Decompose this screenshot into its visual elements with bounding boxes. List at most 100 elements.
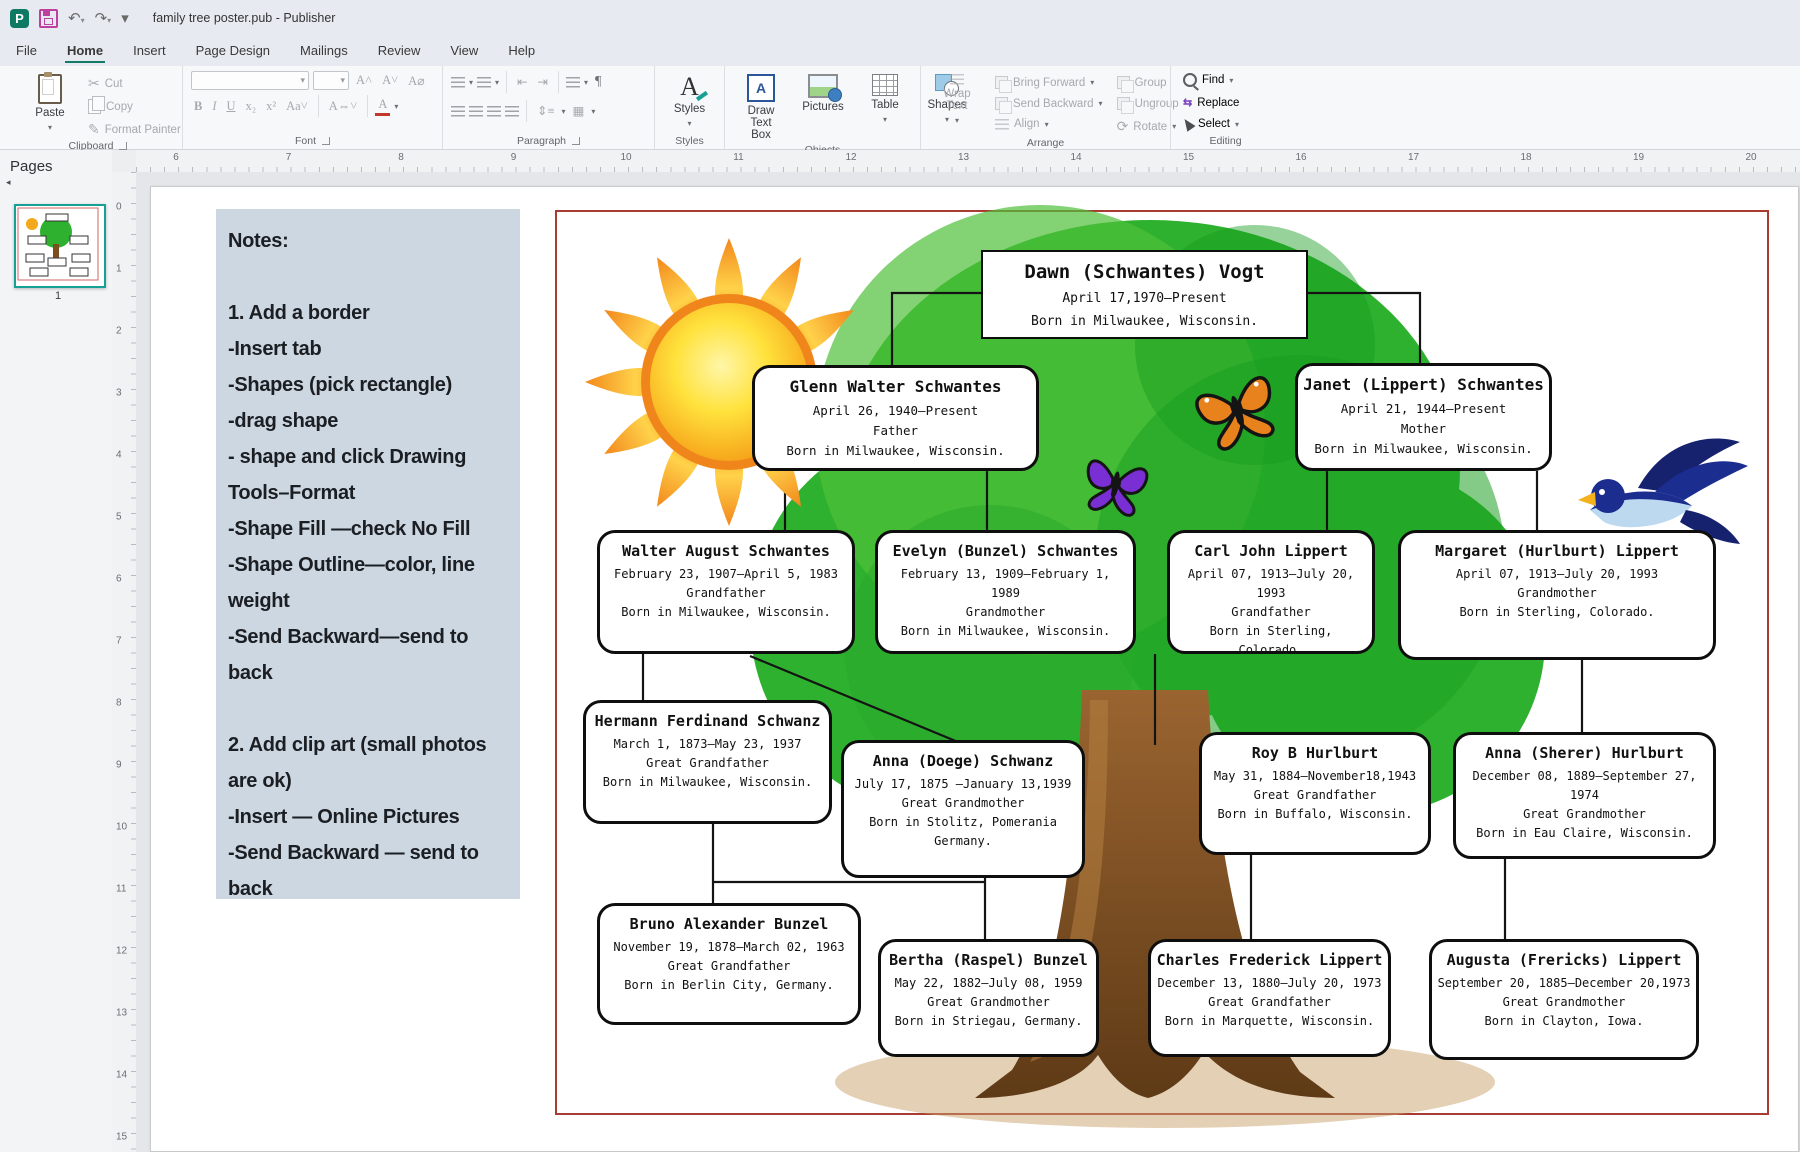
person-box-glenn[interactable]: Glenn Walter Schwantes April 26, 1940–Pr… [752, 365, 1039, 471]
person-box-charles[interactable]: Charles Frederick Lippert December 13, 1… [1148, 939, 1391, 1057]
bullets-icon[interactable] [451, 77, 465, 88]
bold-button[interactable]: B [191, 98, 205, 115]
send-backward-icon [995, 97, 1008, 110]
increase-indent-icon[interactable]: ⇥ [535, 73, 551, 91]
person-dates: November 19, 1878–March 02, 1963 [605, 938, 853, 957]
paragraph-dialog-launcher-icon[interactable] [572, 137, 580, 145]
notes-text-box[interactable]: Notes:1. Add a border -Insert tab-Shapes… [216, 209, 520, 899]
wrap-text-button[interactable]: Wrap Text ▾ [929, 71, 985, 130]
line-spacing-icon[interactable]: ⇕≡ [534, 102, 558, 120]
table-button[interactable]: Table ▾ [857, 71, 913, 129]
ribbon-tab-home[interactable]: Home [65, 38, 105, 66]
person-box-walter[interactable]: Walter August Schwantes February 23, 190… [597, 530, 855, 654]
ribbon-group-paragraph: ▾ ▾ ⇤ ⇥ ▾ ¶ ⇕≡▾ ▦▾ [442, 66, 654, 149]
align-button[interactable]: Align▾ [991, 116, 1107, 132]
person-name: Janet (Lippert) Schwantes [1303, 375, 1544, 394]
person-birthplace: Born in Striegau, Germany. [886, 1012, 1091, 1031]
pages-collapse-icon[interactable]: ◂ [0, 177, 112, 188]
subscript-button[interactable]: x₂ [243, 98, 260, 115]
ribbon-tab-file[interactable]: File [14, 38, 39, 66]
undo-button[interactable]: ↶▾ [68, 9, 85, 27]
underline-button[interactable]: U [224, 98, 239, 115]
ribbon-tab-insert[interactable]: Insert [131, 38, 168, 66]
h-ruler-tick-11: 11 [733, 152, 743, 163]
replace-icon: ⇆ [1183, 96, 1192, 109]
notes-line: Notes: [228, 223, 508, 259]
copy-button[interactable]: Copy [84, 97, 185, 116]
ribbon-tab-help[interactable]: Help [506, 38, 537, 66]
draw-text-box-button[interactable]: A Draw Text Box [733, 71, 789, 144]
character-spacing-button[interactable]: A⇔˅ [326, 98, 361, 115]
person-name: Hermann Ferdinand Schwanz [591, 712, 824, 730]
v-ruler-tick-2: 2 [116, 326, 122, 337]
person-box-evelyn[interactable]: Evelyn (Bunzel) Schwantes February 13, 1… [875, 530, 1136, 654]
person-birthplace: Born in Stolitz, Pomerania Germany. [849, 813, 1077, 851]
italic-button[interactable]: I [209, 98, 219, 115]
font-name-combobox[interactable]: ▾ [191, 71, 309, 90]
decrease-indent-icon[interactable]: ⇤ [514, 73, 530, 91]
cut-button[interactable]: ✂Cut [84, 73, 185, 94]
h-ruler-tick-6: 6 [173, 152, 179, 163]
numbering-icon[interactable] [477, 77, 491, 88]
styles-button[interactable]: A Styles ▾ [662, 71, 718, 133]
change-case-button[interactable]: Aa˅ [283, 98, 311, 115]
page-thumbnail[interactable] [14, 204, 106, 288]
person-box-bertha[interactable]: Bertha (Raspel) Bunzel May 22, 1882–July… [878, 939, 1099, 1057]
person-box-anna-sherer[interactable]: Anna (Sherer) Hurlburt December 08, 1889… [1453, 732, 1716, 859]
horizontal-ruler[interactable]: 67891011121314151617181920 [136, 150, 1800, 173]
person-box-hermann[interactable]: Hermann Ferdinand Schwanz March 1, 1873–… [583, 700, 832, 824]
person-dates: February 13, 1909–February 1, 1989 [883, 565, 1128, 603]
superscript-button[interactable]: x² [263, 98, 279, 115]
redo-button[interactable]: ↷▾ [95, 9, 112, 27]
show-paragraph-marks-icon[interactable]: ¶ [592, 73, 604, 91]
quick-access-customize-icon[interactable]: ▾ [121, 9, 129, 27]
align-right-icon[interactable] [487, 106, 501, 117]
shrink-font-button[interactable]: A˅ [379, 72, 401, 89]
person-birthplace: Born in Sterling, Colorado. [1175, 622, 1367, 660]
bring-forward-button[interactable]: Bring Forward▾ [991, 74, 1107, 91]
grow-font-button[interactable]: A˄ [353, 72, 375, 89]
v-ruler-tick-4: 4 [116, 450, 122, 461]
format-painter-button[interactable]: ✎Format Painter [84, 119, 185, 140]
font-color-button[interactable]: A [375, 96, 390, 116]
save-icon[interactable] [39, 9, 58, 28]
send-backward-button[interactable]: Send Backward▾ [991, 95, 1107, 112]
person-relation: Great Grandmother [849, 794, 1077, 813]
person-box-augusta[interactable]: Augusta (Frericks) Lippert September 20,… [1429, 939, 1699, 1060]
align-center-icon[interactable] [469, 106, 483, 117]
ribbon-tab-review[interactable]: Review [376, 38, 423, 66]
clear-formatting-button[interactable]: A⌀ [405, 72, 428, 90]
borders-icon[interactable]: ▦ [570, 102, 588, 120]
v-ruler-tick-8: 8 [116, 698, 122, 709]
vertical-ruler[interactable]: 0123456789101112131415 [112, 172, 137, 1152]
person-box-bruno[interactable]: Bruno Alexander Bunzel November 19, 1878… [597, 903, 861, 1025]
ribbon-tab-view[interactable]: View [448, 38, 480, 66]
person-dates: July 17, 1875 –January 13,1939 [849, 775, 1077, 794]
ribbon-tab-mailings[interactable]: Mailings [298, 38, 350, 66]
person-box-margaret[interactable]: Margaret (Hurlburt) Lippert April 07, 19… [1398, 530, 1716, 660]
select-button[interactable]: Select▾ [1179, 116, 1243, 132]
person-box-dawn[interactable]: Dawn (Schwantes) Vogt April 17,1970–Pres… [981, 250, 1308, 339]
paste-button[interactable]: Paste ▾ [22, 71, 78, 137]
replace-button[interactable]: ⇆Replace [1179, 94, 1243, 111]
font-dialog-launcher-icon[interactable] [322, 137, 330, 145]
h-ruler-tick-10: 10 [620, 152, 631, 163]
person-box-roy[interactable]: Roy B Hurlburt May 31, 1884–November18,1… [1199, 732, 1431, 855]
person-box-carl[interactable]: Carl John Lippert April 07, 1913–July 20… [1167, 530, 1375, 654]
person-box-janet[interactable]: Janet (Lippert) Schwantes April 21, 1944… [1295, 363, 1552, 471]
ribbon-tab-page-design[interactable]: Page Design [194, 38, 272, 66]
pictures-button[interactable]: Pictures [795, 71, 851, 116]
columns-icon[interactable] [566, 77, 580, 88]
align-left-icon[interactable] [451, 106, 465, 117]
find-button[interactable]: Find▾ [1179, 71, 1237, 89]
justify-icon[interactable] [505, 106, 519, 117]
font-size-combobox[interactable]: ▾ [313, 71, 349, 90]
font-color-dropdown-icon[interactable]: ▾ [394, 102, 398, 111]
person-dates: April 07, 1913–July 20, 1993 [1175, 565, 1367, 603]
person-name: Margaret (Hurlburt) Lippert [1406, 542, 1708, 560]
clipboard-dialog-launcher-icon[interactable] [119, 142, 127, 150]
person-box-anna-doege[interactable]: Anna (Doege) Schwanz July 17, 1875 –Janu… [841, 740, 1085, 878]
ungroup-icon [1117, 97, 1130, 110]
person-relation: Great Grandmother [886, 993, 1091, 1012]
person-dates: April 07, 1913–July 20, 1993 [1406, 565, 1708, 584]
